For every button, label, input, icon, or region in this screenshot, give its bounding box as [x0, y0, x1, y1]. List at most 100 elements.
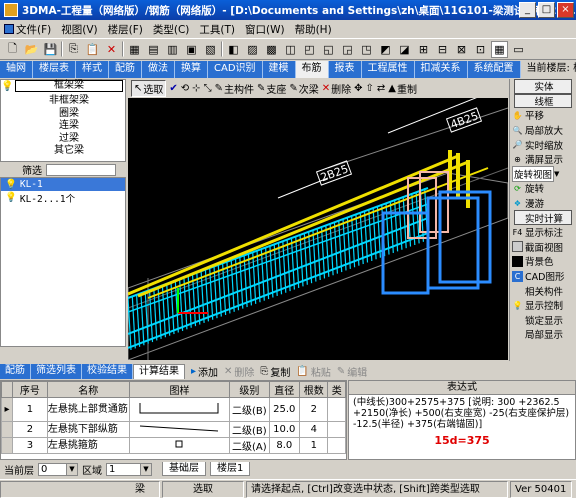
secondary-beam-tool[interactable]: ✎ 次梁	[289, 81, 318, 96]
col-header-level[interactable]: 级别	[229, 381, 270, 398]
mirror-icon[interactable]: ⇄	[377, 83, 385, 94]
table-icon[interactable]: ▤	[145, 41, 162, 58]
rotate-view-select[interactable]: 旋转视图 ▼	[510, 165, 576, 182]
check-icon[interactable]: ⊠	[453, 41, 470, 58]
axis-icon[interactable]: ⊞	[415, 41, 432, 58]
col-header-type[interactable]: 类	[327, 381, 346, 398]
roam-button[interactable]: ❖ 漫游	[510, 196, 576, 211]
tab-project-properties[interactable]: 工程属性	[361, 61, 415, 78]
delete-icon[interactable]: ✕	[103, 41, 120, 58]
col-header-shape[interactable]: 图样	[128, 381, 231, 398]
column-icon[interactable]: ◱	[320, 41, 337, 58]
rotate-button[interactable]: ⟳ 旋转	[510, 181, 576, 196]
split-icon[interactable]: ▭	[510, 41, 527, 58]
list-item[interactable]: 💡 KL-1	[1, 178, 125, 191]
delete-tool[interactable]: ✕ 删除	[322, 81, 351, 96]
tab-axis[interactable]: 轴网	[0, 61, 33, 78]
col-header-count[interactable]: 根数	[299, 381, 329, 398]
pan-button[interactable]: ✋ 平移	[510, 108, 576, 123]
tab-cad-recognition[interactable]: CAD识别	[208, 61, 263, 78]
menu-window[interactable]: 窗口(W)	[245, 22, 285, 37]
redo-tool[interactable]: ▲ 重制	[388, 81, 417, 96]
calc-icon[interactable]: ▥	[164, 41, 181, 58]
realtime-zoom-button[interactable]: 🔎 实时缩放	[510, 137, 576, 152]
tab-floor-table[interactable]: 楼层表	[33, 61, 76, 78]
tab-style[interactable]: 样式	[76, 61, 109, 78]
chart-icon[interactable]: ▧	[202, 41, 219, 58]
save-icon[interactable]: 💾	[42, 41, 59, 58]
opening-icon[interactable]: ◳	[358, 41, 375, 58]
point-tool-icon[interactable]: ⊹	[192, 83, 200, 94]
edit-button[interactable]: ✎ 编辑	[337, 364, 367, 379]
window-icon[interactable]: ▣	[183, 41, 200, 58]
expression-text[interactable]: (中线长)300+2575+375 [说明: 300 +2362.5 +2150…	[349, 395, 575, 432]
menu-view[interactable]: 视图(V)	[61, 22, 97, 37]
menu-tools[interactable]: 工具(T)	[199, 22, 235, 37]
section-view-button[interactable]: 截面视图	[510, 240, 576, 255]
rebar-3d-viewport[interactable]: 4B25 2B25	[128, 98, 508, 360]
partial-display-button[interactable]: 局部显示	[510, 327, 576, 342]
rebar-icon[interactable]: ▨	[244, 41, 261, 58]
table-row[interactable]: ▸ 1 左悬挑上部贯通筋 二级(B) 25.0 2	[1, 397, 346, 422]
tab-system-config[interactable]: 系统配置	[467, 61, 521, 78]
new-icon[interactable]: 🗋	[4, 41, 21, 58]
tab-modeling[interactable]: 建模	[262, 61, 296, 78]
paste-icon[interactable]: 📋	[84, 41, 101, 58]
grid-icon[interactable]: ▦	[126, 41, 143, 58]
area-select[interactable]: 1 ▼	[106, 462, 152, 476]
minimize-button[interactable]: _	[519, 2, 536, 18]
col-header-no[interactable]: 序号	[11, 381, 48, 398]
cad-graphic-button[interactable]: C CAD图形	[510, 269, 576, 284]
tab-reinforcement[interactable]: 配筋	[109, 61, 142, 78]
copy-icon[interactable]: ⎘	[65, 41, 82, 58]
confirm-icon[interactable]: ✔	[169, 83, 177, 94]
show-annotation-toggle[interactable]: F4 显示标注	[510, 225, 576, 240]
tab-check-results[interactable]: 校验结果	[82, 363, 133, 379]
beam-icon[interactable]: ◰	[301, 41, 318, 58]
fit-screen-button[interactable]: ⊕ 满屏显示	[510, 152, 576, 167]
report-icon[interactable]: ⊡	[472, 41, 489, 58]
background-color-button[interactable]: 背景色	[510, 254, 576, 269]
slab-icon[interactable]: ◫	[282, 41, 299, 58]
col-header-diameter[interactable]: 直径	[268, 381, 301, 398]
paste-button[interactable]: 📋 粘贴	[296, 364, 330, 379]
stair-icon[interactable]: ◲	[339, 41, 356, 58]
filter-input[interactable]	[46, 163, 116, 176]
wireframe-view-button[interactable]: 线框	[514, 93, 572, 109]
support-tool[interactable]: ✎ 支座	[257, 81, 286, 96]
display-control-button[interactable]: 💡 显示控制	[510, 298, 576, 313]
delete-button[interactable]: ✕ 删除	[224, 364, 254, 379]
tab-filter-list[interactable]: 筛选列表	[31, 363, 82, 379]
tab-foundation-floor[interactable]: 基础层	[162, 462, 206, 476]
menu-help[interactable]: 帮助(H)	[295, 22, 332, 37]
tab-calc-results[interactable]: 计算结果	[133, 363, 185, 379]
layer-icon[interactable]: ◧	[225, 41, 242, 58]
realtime-calc-button[interactable]: 实时计算	[514, 210, 572, 225]
lock-display-button[interactable]: 锁定显示	[510, 313, 576, 328]
tab-report[interactable]: 报表	[328, 61, 362, 78]
maximize-button[interactable]: □	[538, 2, 555, 18]
tab-floor-1[interactable]: 楼层1	[210, 462, 251, 476]
select-tool[interactable]: ↖ 选取	[131, 80, 167, 97]
layout-icon[interactable]: ▦	[491, 40, 508, 58]
tab-conversion[interactable]: 换算	[175, 61, 208, 78]
copy-button[interactable]: ⎘ 复制	[260, 364, 290, 379]
wall-icon[interactable]: ▩	[263, 41, 280, 58]
tab-deduction[interactable]: 扣减关系	[414, 61, 468, 78]
menu-floor[interactable]: 楼层(F)	[108, 22, 143, 37]
floor-select[interactable]: 0 ▼	[38, 462, 78, 476]
table-row[interactable]: 2 左悬挑下部纵筋 二级(B) 10.0 4	[1, 421, 346, 438]
open-icon[interactable]: 📂	[23, 41, 40, 58]
main-component-tool[interactable]: ✎ 主构件	[215, 81, 254, 96]
solid-view-button[interactable]: 实体	[514, 79, 572, 94]
zoom-region-button[interactable]: 🔍 局部放大	[510, 123, 576, 138]
menu-type[interactable]: 类型(C)	[153, 22, 190, 37]
measure-icon[interactable]: ⊟	[434, 41, 451, 58]
tab-rebar-placement[interactable]: 布筋	[295, 61, 329, 78]
tree-item-other-beam[interactable]: 其它梁	[1, 143, 125, 156]
col-header-name[interactable]: 名称	[46, 381, 130, 398]
table-row[interactable]: 3 左悬挑箍筋 二级(A) 8.0 1	[1, 437, 346, 454]
close-button[interactable]: ×	[557, 2, 574, 18]
rotate-tool-icon[interactable]: ⟲	[181, 83, 189, 94]
foundation-icon[interactable]: ◩	[377, 41, 394, 58]
